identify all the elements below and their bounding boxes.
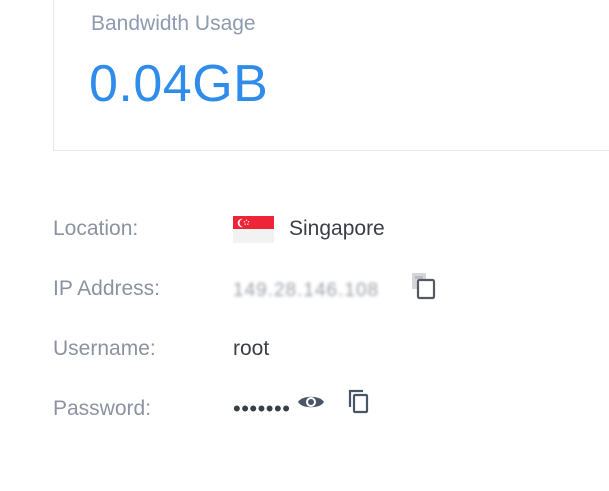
singapore-flag-icon [233,216,274,243]
bandwidth-usage-card: Bandwidth Usage 0.04GB [53,0,609,151]
server-details-page: Bandwidth Usage 0.04GB Location: Singapo… [0,0,609,491]
password-value[interactable]: ••••••• [233,396,290,422]
location-value: Singapore [289,217,385,240]
ip-address-row: IP Address: 149.28.146.108 [53,271,593,304]
eye-icon[interactable] [296,387,326,417]
bandwidth-usage-value: 0.04GB [89,55,269,113]
username-value[interactable]: root [233,337,269,361]
location-label: Location: [53,217,139,240]
username-row: Username: root [53,334,593,364]
ip-address-value[interactable]: 149.28.146.108 [233,280,379,302]
copy-icon[interactable] [344,386,374,416]
ip-address-label: IP Address: [53,277,161,300]
username-label: Username: [53,337,156,360]
password-row: Password: ••••••• [53,389,593,424]
copy-icon[interactable] [409,271,439,301]
bandwidth-usage-title: Bandwidth Usage [91,12,256,35]
password-label: Password: [53,397,152,420]
location-row: Location: Singapore [53,214,593,244]
